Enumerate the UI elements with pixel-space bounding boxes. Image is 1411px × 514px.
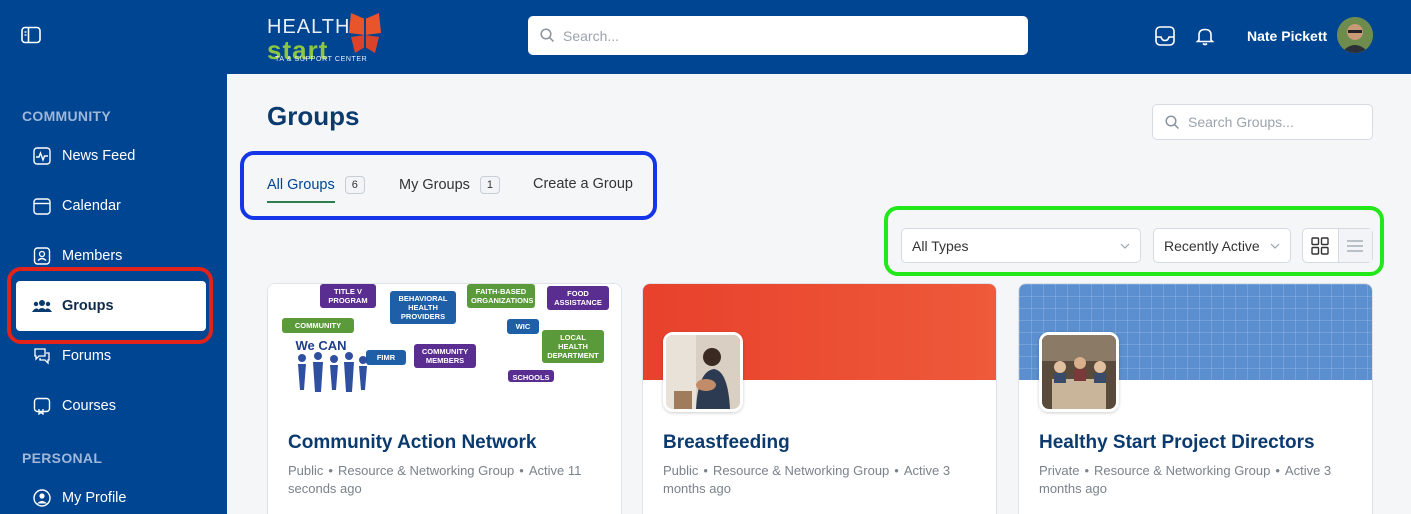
group-visibility: Private xyxy=(1039,463,1080,478)
cover-word: FAITH-BASED ORGANIZATIONS xyxy=(467,284,535,308)
group-card-community-action-network[interactable]: TITLE V PROGRAM BEHAVIORAL HEALTH PROVID… xyxy=(267,283,622,514)
cover-word: FOOD ASSISTANCE xyxy=(547,286,609,310)
group-avatar-image xyxy=(1039,332,1119,412)
sidebar-item-label: News Feed xyxy=(62,148,136,164)
group-card-healthy-start-project-directors[interactable]: Healthy Start Project Directors Private •… xyxy=(1018,283,1373,514)
group-type: Resource & Networking Group xyxy=(337,463,515,478)
inbox-icon[interactable] xyxy=(1154,25,1176,47)
sidebar-item-calendar[interactable]: Calendar xyxy=(16,181,206,231)
people-silhouettes-icon xyxy=(298,352,367,392)
group-title[interactable]: Healthy Start Project Directors xyxy=(1039,432,1315,454)
search-icon xyxy=(540,28,555,43)
cover-word: LOCAL HEALTH DEPARTMENT xyxy=(542,330,604,363)
group-cover-image: TITLE V PROGRAM BEHAVIORAL HEALTH PROVID… xyxy=(268,284,621,392)
top-header: HEALTHY start TA & SUPPORT CENTER Nate P… xyxy=(227,0,1411,74)
groups-highlight-annotation xyxy=(7,267,213,344)
section-label-personal: PERSONAL xyxy=(22,450,103,466)
sidebar-item-label: My Profile xyxy=(62,490,127,506)
sidebar-item-news-feed[interactable]: News Feed xyxy=(16,131,206,181)
butterfly-icon xyxy=(349,13,381,53)
forums-icon xyxy=(32,346,52,366)
group-visibility: Public xyxy=(288,463,324,478)
logo-line3: TA & SUPPORT CENTER xyxy=(275,56,368,63)
sidebar-item-label: Forums xyxy=(62,348,112,364)
members-icon xyxy=(32,246,52,266)
group-title[interactable]: Community Action Network xyxy=(288,432,536,454)
activity-icon xyxy=(32,146,52,166)
avatar[interactable] xyxy=(1337,17,1373,53)
group-title[interactable]: Breastfeeding xyxy=(663,432,790,454)
courses-icon xyxy=(32,396,52,416)
cover-word: TITLE V PROGRAM xyxy=(320,284,376,308)
group-meta: Public • Resource & Networking Group • Activ… xyxy=(288,463,582,496)
page-title: Groups xyxy=(267,101,360,131)
global-search[interactable] xyxy=(528,16,1028,55)
group-type: Resource & Networking Group xyxy=(712,463,890,478)
tabs-highlight-annotation xyxy=(240,151,657,220)
profile-icon xyxy=(32,488,52,508)
group-search[interactable] xyxy=(1152,104,1373,140)
cover-word: BEHAVIORAL HEALTH PROVIDERS xyxy=(390,291,456,324)
cover-word: COMMUNITY xyxy=(282,318,354,333)
cover-word: SCHOOLS xyxy=(508,370,554,382)
sidebar-item-courses[interactable]: Courses xyxy=(16,381,206,431)
sidebar-item-label: Members xyxy=(62,248,123,264)
healthy-start-logo[interactable]: HEALTHY start TA & SUPPORT CENTER xyxy=(267,11,427,67)
sidebar: COMMUNITY News Feed Calendar Members Gro… xyxy=(0,0,227,514)
search-icon xyxy=(1165,114,1180,129)
cover-word: COMMUNITY MEMBERS xyxy=(414,344,476,368)
sidebar-toggle-icon[interactable] xyxy=(21,26,41,44)
sidebar-item-my-profile[interactable]: My Profile xyxy=(16,473,206,514)
cover-word: WIC xyxy=(507,319,539,334)
bell-icon[interactable] xyxy=(1194,25,1216,47)
group-type: Resource & Networking Group xyxy=(1094,463,1271,478)
group-card-breastfeeding[interactable]: Breastfeeding Public • Resource & Networki… xyxy=(642,283,997,514)
group-search-input[interactable] xyxy=(1188,114,1368,130)
group-meta: Private • Resource & Networking Group • Acti… xyxy=(1039,463,1332,496)
section-label-community: COMMUNITY xyxy=(22,108,112,124)
sidebar-item-label: Courses xyxy=(62,398,116,414)
global-search-input[interactable] xyxy=(563,27,1003,44)
cover-word: FIMR xyxy=(366,350,406,365)
sidebar-item-label: Calendar xyxy=(62,198,121,214)
group-avatar-image xyxy=(663,332,743,412)
calendar-icon xyxy=(32,196,52,216)
group-meta: Public • Resource & Networking Group • Activ… xyxy=(663,463,951,496)
filters-highlight-annotation xyxy=(884,206,1384,276)
group-visibility: Public xyxy=(663,463,699,478)
user-name[interactable]: Nate Pickett xyxy=(1247,28,1327,44)
